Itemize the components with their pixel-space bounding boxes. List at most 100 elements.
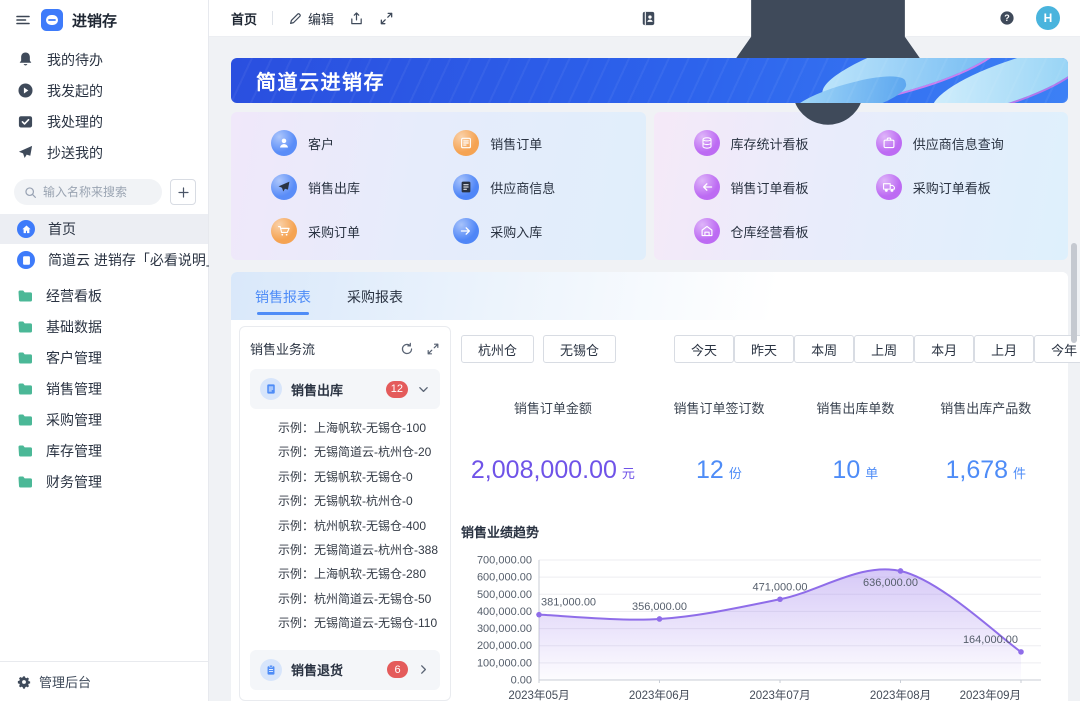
svg-text:?: ? — [1004, 13, 1010, 23]
shortcut-label: 销售出库 — [308, 178, 360, 197]
sidebar-folder-item[interactable]: 经营看板 — [0, 280, 208, 311]
shortcut-item[interactable]: 采购订单 — [271, 218, 453, 244]
add-button[interactable] — [170, 179, 196, 205]
sidebar-nav-label: 我处理的 — [47, 112, 103, 132]
workflow-group-sales-return[interactable]: 销售退货 6 — [250, 650, 440, 690]
date-filter-button[interactable]: 本周 — [794, 335, 854, 363]
shortcut-label: 客户 — [308, 134, 334, 153]
shortcut-item[interactable]: 供应商信息 — [453, 174, 635, 200]
date-filter-button[interactable]: 今天 — [674, 335, 734, 363]
arrow-left-icon — [694, 174, 720, 200]
workflow-group-sales-outbound[interactable]: 销售出库 12 — [250, 369, 440, 409]
svg-text:2023年07月: 2023年07月 — [749, 688, 810, 701]
date-filter-button[interactable]: 本月 — [914, 335, 974, 363]
doc-icon — [453, 174, 479, 200]
expand-icon[interactable] — [426, 342, 440, 356]
workflow-title: 销售业务流 — [250, 339, 400, 358]
menu-icon[interactable] — [14, 12, 32, 28]
date-filter-button[interactable]: 上月 — [974, 335, 1034, 363]
sidebar-folder-item[interactable]: 客户管理 — [0, 342, 208, 373]
sidebar-guide-label: 简道云 进销存「必看说明」 — [48, 250, 220, 270]
main-area: 首页 编辑 ? H 简道云进销存 — [209, 0, 1080, 701]
sidebar-nav-item[interactable]: 抄送我的 — [0, 137, 208, 168]
shortcut-label: 供应商信息 — [490, 178, 555, 197]
shortcut-item[interactable]: 采购入库 — [453, 218, 635, 244]
warehouse-filters: 杭州仓 无锡仓 — [461, 335, 616, 363]
shortcut-item[interactable]: 采购订单看板 — [876, 174, 1058, 200]
kpi-value: 2,008,000.00 元 — [471, 456, 635, 485]
sidebar-nav-item[interactable]: 我发起的 — [0, 75, 208, 106]
help-icon[interactable]: ? — [999, 10, 1015, 26]
share-icon[interactable] — [349, 11, 364, 26]
clipboard-icon — [260, 659, 282, 681]
shortcut-item[interactable]: 销售出库 — [271, 174, 453, 200]
warehouse-filter-button[interactable]: 杭州仓 — [461, 335, 534, 363]
user-icon — [271, 130, 297, 156]
chevron-down-icon[interactable] — [417, 383, 430, 396]
edit-button[interactable]: 编辑 — [288, 9, 334, 28]
shortcut-item[interactable]: 仓库经营看板 — [694, 218, 876, 244]
scrollbar[interactable] — [1071, 243, 1077, 343]
svg-text:700,000.00: 700,000.00 — [477, 555, 532, 567]
report-tab[interactable]: 采购报表 — [347, 287, 403, 320]
sidebar-folder-item[interactable]: 销售管理 — [0, 373, 208, 404]
sidebar-nav-item[interactable]: 我处理的 — [0, 106, 208, 137]
banner-title: 简道云进销存 — [256, 66, 385, 95]
workflow-item[interactable]: 示例：无锡帆软-杭州仓-0 — [278, 489, 440, 513]
sidebar-item-guide[interactable]: 简道云 进销存「必看说明」 — [0, 244, 208, 276]
workflow-item[interactable]: 示例：无锡简道云-无锡仓-110 — [278, 611, 440, 635]
sidebar-item-home[interactable]: 首页 — [0, 214, 208, 244]
svg-text:2023年05月: 2023年05月 — [508, 688, 569, 701]
svg-text:100,000.00: 100,000.00 — [477, 657, 532, 669]
shortcut-label: 销售订单看板 — [731, 178, 809, 197]
shortcut-item[interactable]: 销售订单看板 — [694, 174, 876, 200]
sidebar-nav: 我的待办 我发起的 我处理的 抄送我的 — [0, 36, 208, 170]
svg-text:600,000.00: 600,000.00 — [477, 572, 532, 584]
sidebar: 进销存 我的待办 我发起的 我处理的 抄送我的 首页 简道云 进销存「必看说明」 — [0, 0, 209, 701]
search-box[interactable] — [14, 179, 162, 205]
workflow-item[interactable]: 示例：上海帆软-无锡仓-100 — [278, 416, 440, 440]
shortcut-panel-left: 客户 销售订单 销售出库 供应商信息 采购订单 采购入库 — [231, 112, 646, 260]
sidebar-folder-label: 销售管理 — [46, 379, 102, 399]
kpi-label: 销售订单金额 — [514, 398, 592, 417]
kpi-unit: 单 — [865, 463, 878, 482]
date-filter-button[interactable]: 昨天 — [734, 335, 794, 363]
svg-text:300,000.00: 300,000.00 — [477, 623, 532, 635]
warehouse-filter-button[interactable]: 无锡仓 — [543, 335, 616, 363]
report-body: 销售业务流 销售出库 12 示例：上海帆软-无锡仓-1 — [231, 320, 1068, 701]
shortcut-item[interactable]: 客户 — [271, 130, 453, 156]
workflow-item[interactable]: 示例：上海帆软-无锡仓-280 — [278, 562, 440, 586]
kpi-value: 10 单 — [832, 456, 878, 485]
workflow-item[interactable]: 示例：杭州简道云-无锡仓-50 — [278, 587, 440, 611]
admin-backend-button[interactable]: 管理后台 — [0, 661, 208, 701]
contacts-icon[interactable] — [640, 10, 657, 27]
workflow-item[interactable]: 示例：无锡简道云-杭州仓-388 — [278, 538, 440, 562]
date-filter-button[interactable]: 上周 — [854, 335, 914, 363]
folder-icon — [17, 443, 33, 459]
svg-text:0.00: 0.00 — [511, 675, 532, 687]
fullscreen-icon[interactable] — [379, 11, 394, 26]
workflow-item[interactable]: 示例：无锡简道云-杭州仓-20 — [278, 440, 440, 464]
svg-text:356,000.00: 356,000.00 — [632, 601, 687, 613]
chevron-right-icon[interactable] — [417, 663, 430, 676]
banner: 简道云进销存 — [231, 58, 1068, 103]
sidebar-folder-item[interactable]: 基础数据 — [0, 311, 208, 342]
workflow-item[interactable]: 示例：无锡帆软-无锡仓-0 — [278, 465, 440, 489]
sidebar-folder-item[interactable]: 财务管理 — [0, 466, 208, 497]
sidebar-folder-item[interactable]: 库存管理 — [0, 435, 208, 466]
svg-text:636,000.00: 636,000.00 — [863, 577, 918, 589]
search-input[interactable] — [43, 185, 152, 199]
app-title: 进销存 — [72, 10, 117, 31]
plus-icon — [177, 186, 190, 199]
sidebar-folder-item[interactable]: 采购管理 — [0, 404, 208, 435]
avatar[interactable]: H — [1036, 6, 1060, 30]
folder-icon — [17, 474, 33, 490]
sidebar-nav-item[interactable]: 我的待办 — [0, 44, 208, 75]
play-icon — [17, 82, 34, 99]
workflow-item[interactable]: 示例：杭州帆软-无锡仓-400 — [278, 514, 440, 538]
refresh-icon[interactable] — [400, 342, 414, 356]
kpi-value: 12 份 — [696, 456, 742, 485]
shortcut-item[interactable]: 销售订单 — [453, 130, 635, 156]
report-tab[interactable]: 销售报表 — [255, 287, 311, 320]
shortcut-label: 仓库经营看板 — [731, 222, 809, 241]
